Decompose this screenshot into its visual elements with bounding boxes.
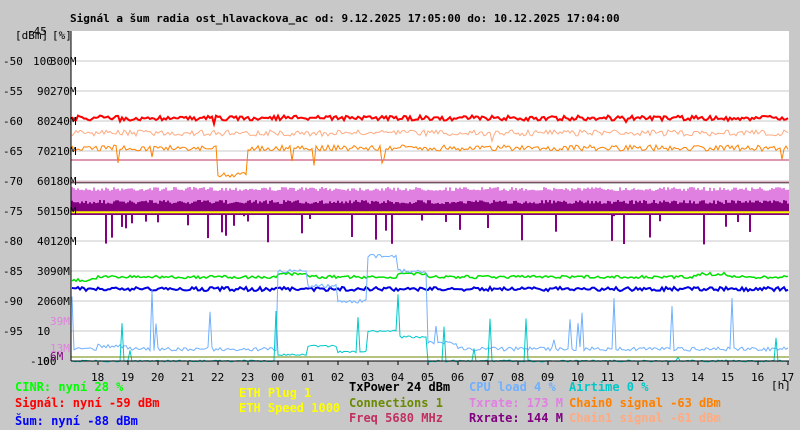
chart-window: -45 -50 -55 -60 -65 -70 -75 -80 -85 -90 -95 -100 100… — [0, 0, 800, 430]
y-pct-tick: 50 — [37, 205, 50, 218]
x-tick-label: 15 — [721, 371, 734, 384]
chart-title: Signál a šum radia ost_hlavackova_ac od:… — [70, 12, 620, 25]
y-dbm-tick: -90 — [3, 295, 23, 308]
y-pct-tick: 10 — [37, 325, 50, 338]
y-rate-tick: 90M — [50, 265, 70, 278]
x-tick-label: 22 — [211, 371, 224, 384]
x-tick-label: 06 — [451, 371, 464, 384]
legend-freq: Freq 5680 MHz — [349, 411, 443, 425]
x-axis-label: [h] — [771, 379, 791, 392]
y-dbm-tick: -95 — [3, 325, 23, 338]
legend-connections: Connections 1 — [349, 396, 443, 410]
y-pct-tick: 70 — [37, 145, 50, 158]
y-rate-tick: 180M — [50, 175, 77, 188]
y-dbm-tick: -60 — [3, 115, 23, 128]
legend-cpu: CPU load 4 % — [469, 380, 556, 394]
legend-airtime: Airtime 0 % — [569, 380, 649, 394]
y-pct-tick: 90 — [37, 85, 50, 98]
txrate-min-label: 39M — [50, 315, 70, 328]
y-pct-tick: 30 — [37, 265, 50, 278]
y-dbm-tick: -85 — [3, 265, 23, 278]
legend-chain0: Chain0 signal -63 dBm — [569, 396, 721, 410]
legend-rxrate: Rxrate: 144 M — [469, 411, 563, 425]
y-pct-tick: 60 — [37, 175, 50, 188]
y-rate-tick: 120M — [50, 235, 77, 248]
x-tick-label: 13 — [661, 371, 674, 384]
rxrate-low-label: 6M — [50, 350, 64, 363]
x-tick-label: 00 — [271, 371, 284, 384]
legend-cinr: CINR: nyní 28 % — [15, 380, 124, 394]
y-dbm-tick: -70 — [3, 175, 23, 188]
y-rate-tick: 240M — [50, 115, 77, 128]
x-tick-label: 16 — [751, 371, 764, 384]
y-pct-tick: 0 — [43, 355, 50, 368]
x-tick-label: 02 — [331, 371, 344, 384]
legend-chain1: Chain1 signal -61 dBm — [569, 411, 721, 425]
x-tick-label: 21 — [181, 371, 194, 384]
y-pct-tick: 20 — [37, 295, 50, 308]
y-rate-tick: 270M — [50, 85, 77, 98]
x-tick-label: 20 — [151, 371, 164, 384]
x-tick-label: 01 — [301, 371, 314, 384]
y-rate-tick: 300M — [50, 55, 77, 68]
y-rate-tick: 60M — [50, 295, 70, 308]
y-dbm-tick: -80 — [3, 235, 23, 248]
y-rate-tick: 210M — [50, 145, 77, 158]
y-pct-tick: 40 — [37, 235, 50, 248]
y-dbm-tick: -75 — [3, 205, 23, 218]
legend-txpower: TxPower 24 dBm — [349, 380, 451, 394]
x-tick-label: 14 — [691, 371, 705, 384]
legend-txrate: Txrate: 173 M — [469, 396, 563, 410]
y-pct-label: [%] — [52, 29, 72, 42]
legend-noise: Šum: nyní -88 dBm — [15, 414, 138, 428]
y-rate-tick: 150M — [50, 205, 77, 218]
y-pct-tick: 80 — [37, 115, 50, 128]
legend-signal: Signál: nyní -59 dBm — [15, 396, 160, 410]
x-tick-label: 23 — [241, 371, 254, 384]
legend-eth-plug: ETH Plug 1 — [239, 386, 312, 400]
y-dbm-label: [dBm] — [15, 29, 48, 42]
y-dbm-tick: -50 — [3, 55, 23, 68]
y-dbm-tick: -65 — [3, 145, 23, 158]
legend-eth-speed: ETH Speed 1000 — [239, 401, 341, 415]
y-dbm-tick: -55 — [3, 85, 23, 98]
chart-svg: -45-50-55-60-65-70-75-80-85-90-95-100100… — [3, 12, 794, 392]
